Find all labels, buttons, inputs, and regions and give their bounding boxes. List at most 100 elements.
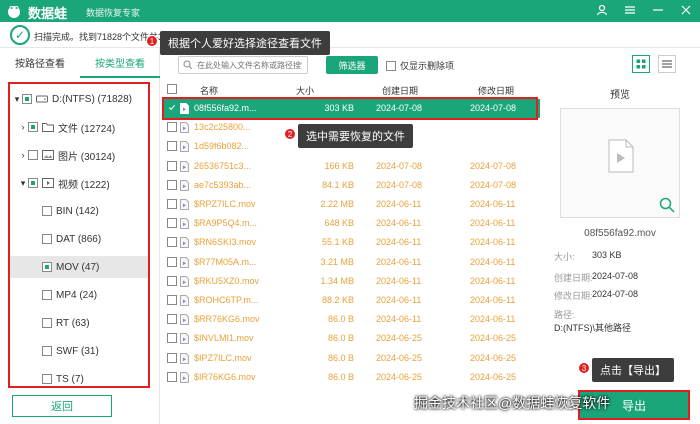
- row-size: 84.1 KB: [321, 179, 354, 190]
- video-file-icon: [180, 275, 189, 287]
- row-created: 2024-06-11: [376, 218, 422, 229]
- only-deleted-checkbox[interactable]: [386, 60, 396, 71]
- tree-item-checkbox[interactable]: [28, 122, 38, 132]
- tree-item[interactable]: ▾ 视频 (1222): [10, 172, 110, 194]
- table-row[interactable]: $ROHC6TP.m... 88.2 KB 2024-06-11 2024-06-11: [162, 291, 540, 310]
- row-size: 88.2 KB: [321, 295, 354, 305]
- table-row[interactable]: $IR76KG6.mov 86.0 B 2024-06-25 2024-06-25: [162, 368, 540, 387]
- row-checkbox[interactable]: [167, 199, 177, 209]
- tree-item[interactable]: › 文件 (12724): [10, 116, 115, 138]
- row-created: 2024-06-25: [376, 352, 423, 363]
- export-button[interactable]: 导出: [578, 390, 690, 420]
- tab-by-path[interactable]: 按路径查看: [0, 54, 80, 78]
- tree-item[interactable]: RT (63): [10, 312, 90, 334]
- row-modified: 2024-06-25: [470, 333, 517, 344]
- tree-item-checkbox[interactable]: [22, 94, 32, 104]
- tree-item-checkbox[interactable]: [28, 178, 38, 188]
- person-icon[interactable]: [594, 2, 610, 18]
- row-checkbox[interactable]: [167, 122, 177, 133]
- select-all-checkbox[interactable]: [167, 84, 177, 94]
- tree-item-checkbox[interactable]: [28, 150, 38, 160]
- tree-item-checkbox[interactable]: [42, 234, 52, 244]
- zoom-icon[interactable]: [659, 197, 675, 213]
- table-row[interactable]: ae7c5393ab... 84.1 KB 2024-07-08 2024-07-08: [162, 176, 540, 195]
- search-box[interactable]: [178, 56, 308, 74]
- only-deleted-option[interactable]: 仅显示删除项: [386, 59, 454, 72]
- close-icon[interactable]: [678, 2, 694, 18]
- table-row[interactable]: $IPZ7ILC.mov 86.0 B 2024-06-25 2024-06-25: [162, 349, 540, 368]
- row-checkbox[interactable]: [167, 237, 177, 248]
- row-checkbox[interactable]: [167, 352, 177, 363]
- table-row[interactable]: $RR76KG6.mov 86.0 B 2024-06-11 2024-06-11: [162, 310, 540, 329]
- grid-view-icon: [636, 59, 646, 69]
- row-checkbox[interactable]: [167, 371, 177, 382]
- chevron-icon[interactable]: ▾: [18, 178, 28, 189]
- tree-item[interactable]: MP4 (24): [10, 284, 97, 306]
- table-row[interactable]: $RN6SKI3.mov 55.1 KB 2024-06-11 2024-06-11: [162, 233, 540, 252]
- row-modified: 2024-06-11: [470, 199, 516, 209]
- file-icon: [608, 139, 634, 173]
- chevron-icon[interactable]: ▾: [12, 94, 22, 105]
- video-file-icon: [180, 256, 189, 268]
- check-circle-icon: ✓: [10, 25, 30, 45]
- menu-icon[interactable]: [622, 2, 638, 18]
- chevron-icon[interactable]: ›: [18, 150, 28, 160]
- tree-item-label: RT (63): [56, 317, 90, 329]
- table-row[interactable]: $RKU5XZ0.mov 1.34 MB 2024-06-11 2024-06-11: [162, 272, 540, 291]
- minimize-icon[interactable]: [650, 2, 666, 18]
- preview-size: 大小: 303 KB: [554, 250, 622, 262]
- tree-item-checkbox[interactable]: [42, 290, 52, 300]
- table-row[interactable]: $R77M05A.m... 3.21 MB 2024-06-11 2024-06-11: [162, 253, 540, 272]
- column-size[interactable]: 大小: [296, 84, 314, 97]
- callout-3: 点击【导出】: [592, 358, 674, 382]
- tree-item-checkbox[interactable]: [42, 346, 52, 356]
- row-checkbox[interactable]: [167, 160, 177, 171]
- row-checkbox[interactable]: [167, 256, 177, 267]
- row-created: 2024-07-08: [376, 160, 423, 171]
- grid-view-button[interactable]: [632, 55, 650, 73]
- video-file-icon: [180, 199, 189, 210]
- tree-item-checkbox[interactable]: [42, 318, 52, 328]
- table-row[interactable]: 26536751c3... 166 KB 2024-07-08 2024-07-08: [162, 157, 540, 176]
- tree-item-checkbox[interactable]: [42, 374, 52, 384]
- row-checkbox[interactable]: [167, 314, 177, 325]
- tree-item-checkbox[interactable]: [42, 206, 52, 216]
- tree-item[interactable]: BIN (142): [10, 200, 99, 222]
- row-modified: 2024-07-08: [470, 103, 517, 113]
- table-row[interactable]: $RA9P5Q4.m... 648 KB 2024-06-11 2024-06-11: [162, 214, 540, 233]
- back-button[interactable]: 返回: [12, 395, 112, 417]
- row-checkbox[interactable]: [167, 218, 177, 229]
- table-row[interactable]: 08f556fa92.m... 303 KB 2024-07-08 2024-07-0…: [162, 99, 540, 118]
- search-input[interactable]: [197, 60, 302, 70]
- drive-icon: [36, 95, 48, 103]
- row-name: $RN6SKI3.mov: [194, 237, 257, 248]
- app-subtitle: 数据恢复专家: [86, 8, 141, 18]
- tree-item[interactable]: TS (7): [10, 368, 84, 390]
- tree-item[interactable]: › 图片 (30124): [10, 144, 115, 166]
- table-row[interactable]: $RPZ7ILC.mov 2.22 MB 2024-06-11 2024-06-11: [162, 195, 540, 214]
- column-name[interactable]: 名称: [200, 84, 218, 97]
- row-checkbox[interactable]: [167, 295, 177, 305]
- filter-button[interactable]: 筛选器: [326, 56, 378, 74]
- preview-area: [560, 108, 680, 218]
- tree-item[interactable]: ▾ D:(NTFS) (71828): [10, 88, 132, 110]
- image-icon: [42, 150, 54, 160]
- row-checkbox[interactable]: [167, 179, 177, 190]
- row-checkbox[interactable]: [167, 275, 177, 286]
- tab-by-type[interactable]: 按类型查看: [80, 54, 160, 78]
- tree-item[interactable]: DAT (866): [10, 228, 101, 250]
- row-checkbox[interactable]: [167, 333, 177, 344]
- column-created[interactable]: 创建日期: [382, 84, 418, 97]
- only-deleted-label: 仅显示删除项: [400, 61, 455, 71]
- folder-icon: [42, 123, 54, 132]
- row-size: 55.1 KB: [321, 237, 354, 248]
- chevron-icon[interactable]: ›: [18, 122, 28, 132]
- list-view-button[interactable]: [658, 55, 676, 73]
- tree-item-checkbox[interactable]: [42, 262, 52, 272]
- row-checkbox[interactable]: [167, 141, 177, 152]
- table-row[interactable]: $INVLMI1.mov 86.0 B 2024-06-25 2024-06-25: [162, 329, 540, 348]
- column-modified[interactable]: 修改日期: [478, 84, 514, 97]
- row-checkbox[interactable]: [167, 103, 177, 113]
- tree-item[interactable]: MOV (47): [10, 256, 148, 278]
- tree-item[interactable]: SWF (31): [10, 340, 99, 362]
